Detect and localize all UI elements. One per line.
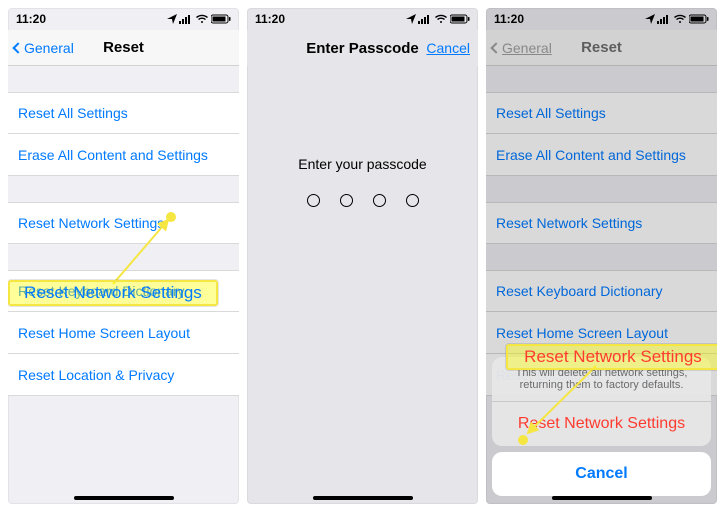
location-icon: [406, 14, 416, 24]
row-label: Reset All Settings: [496, 105, 606, 121]
annotation-dot: [166, 212, 176, 222]
row-label: Reset Network Settings: [18, 215, 164, 231]
signal-icon: [418, 14, 432, 24]
wifi-icon: [673, 14, 687, 24]
passcode-dot: [307, 194, 320, 207]
status-right: [645, 14, 709, 24]
row-label: Erase All Content and Settings: [496, 147, 686, 163]
passcode-dot: [340, 194, 353, 207]
reset-list: Reset All Settings Erase All Content and…: [8, 66, 239, 396]
battery-icon: [211, 14, 231, 24]
annotation-highlight: Reset Network Settings: [506, 344, 717, 370]
back-label: General: [24, 40, 74, 56]
battery-icon: [689, 14, 709, 24]
row-label: Reset Home Screen Layout: [18, 325, 190, 341]
row-label: Reset Home Screen Layout: [496, 325, 668, 341]
phone-screen-2: 11:20 Enter Passcode Cancel Enter your p…: [247, 8, 478, 504]
page-title: Reset: [103, 39, 144, 56]
passcode-dot: [373, 194, 386, 207]
sheet-cancel-label: Cancel: [575, 465, 627, 483]
back-button[interactable]: General: [12, 30, 74, 66]
cancel-label: Cancel: [426, 40, 470, 56]
phone-screen-1: 11:20 General Reset Reset All Settings E…: [8, 8, 239, 504]
row-reset-location[interactable]: Reset Location & Privacy: [8, 354, 239, 396]
signal-icon: [657, 14, 671, 24]
wifi-icon: [434, 14, 448, 24]
cancel-button[interactable]: Cancel: [426, 30, 470, 66]
battery-icon: [450, 14, 470, 24]
sheet-group: This will delete all network settings, r…: [492, 357, 711, 446]
chevron-left-icon: [12, 42, 23, 53]
passcode-dot: [406, 194, 419, 207]
nav-bar: General Reset: [486, 30, 717, 66]
annotation-label: Reset Network Settings: [524, 347, 702, 367]
passcode-dots[interactable]: [307, 194, 419, 207]
row-erase-all[interactable]: Erase All Content and Settings: [8, 134, 239, 176]
row-erase-all: Erase All Content and Settings: [486, 134, 717, 176]
location-icon: [645, 14, 655, 24]
page-title: Enter Passcode: [306, 40, 419, 57]
passcode-area: Enter your passcode: [247, 66, 478, 207]
back-button: General: [490, 30, 552, 66]
sheet-cancel-button[interactable]: Cancel: [492, 452, 711, 496]
phone-screen-3: 11:20 General Reset Reset All Settings E…: [486, 8, 717, 504]
status-time: 11:20: [494, 12, 524, 26]
home-indicator[interactable]: [74, 496, 174, 500]
home-indicator[interactable]: [552, 496, 652, 500]
status-time: 11:20: [255, 12, 285, 26]
action-sheet: This will delete all network settings, r…: [492, 357, 711, 496]
row-label: Reset Keyboard Dictionary: [496, 283, 663, 299]
nav-bar: Enter Passcode Cancel: [247, 30, 478, 66]
signal-icon: [179, 14, 193, 24]
home-indicator[interactable]: [313, 496, 413, 500]
row-reset-keyboard: Reset Keyboard Dictionary: [486, 270, 717, 312]
row-label: Reset All Settings: [18, 105, 128, 121]
annotation-highlight: Reset Network Settings: [8, 280, 218, 306]
status-bar: 11:20: [8, 8, 239, 30]
row-label: Reset Network Settings: [496, 215, 642, 231]
nav-bar: General Reset: [8, 30, 239, 66]
row-reset-network: Reset Network Settings: [486, 202, 717, 244]
back-label: General: [502, 40, 552, 56]
row-reset-all: Reset All Settings: [486, 92, 717, 134]
row-reset-home[interactable]: Reset Home Screen Layout: [8, 312, 239, 354]
status-right: [406, 14, 470, 24]
annotation-dot: [518, 435, 528, 445]
row-label: Erase All Content and Settings: [18, 147, 208, 163]
wifi-icon: [195, 14, 209, 24]
chevron-left-icon: [490, 42, 501, 53]
annotation-label: Reset Network Settings: [24, 283, 202, 303]
passcode-prompt: Enter your passcode: [298, 156, 426, 172]
status-bar: 11:20: [486, 8, 717, 30]
sheet-confirm-label: Reset Network Settings: [518, 415, 685, 433]
page-title: Reset: [581, 39, 622, 56]
status-time: 11:20: [16, 12, 46, 26]
row-reset-all[interactable]: Reset All Settings: [8, 92, 239, 134]
location-icon: [167, 14, 177, 24]
row-reset-network[interactable]: Reset Network Settings: [8, 202, 239, 244]
row-label: Reset Location & Privacy: [18, 367, 174, 383]
status-right: [167, 14, 231, 24]
status-bar: 11:20: [247, 8, 478, 30]
